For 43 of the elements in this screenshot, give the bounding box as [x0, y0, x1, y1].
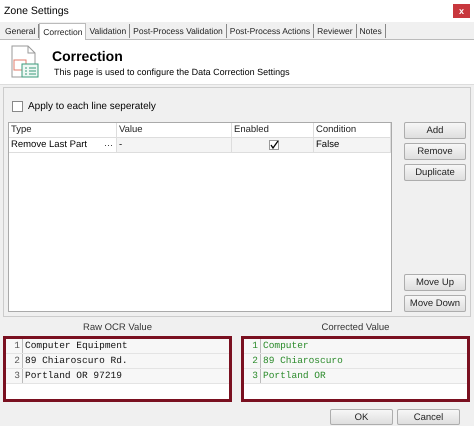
button[interactable]: Move Up [404, 274, 466, 291]
table-cell: False [314, 138, 391, 152]
table-cell: Remove Last Part [11, 138, 88, 152]
code-line: 89 Chiaroscuro [262, 354, 343, 368]
close-button[interactable]: x [453, 4, 470, 18]
tab[interactable]: Reviewer [314, 24, 357, 38]
line-number: 2 [244, 354, 261, 368]
ellipsis-button[interactable]: ··· [104, 138, 113, 152]
checkmark-icon[interactable] [268, 140, 278, 150]
tab[interactable]: Post-Process Validation [130, 24, 227, 38]
code-line: Portland OR 97219 [24, 369, 122, 383]
column-header: Condition [314, 123, 391, 137]
pane-label: Raw OCR Value [83, 321, 152, 334]
window-title: Zone Settings [4, 5, 69, 17]
column-header: Enabled [232, 123, 314, 137]
checkbox-label: Apply to each line seperately [28, 100, 156, 112]
tab[interactable]: Validation [86, 24, 130, 38]
button[interactable]: Remove [404, 143, 466, 160]
button[interactable]: Move Down [404, 295, 466, 312]
line-number: 1 [6, 339, 23, 353]
button[interactable]: Duplicate [404, 164, 466, 181]
column-header: Value [117, 123, 232, 137]
tab[interactable]: Correction [39, 23, 86, 40]
code-line: Computer [262, 339, 309, 353]
tab[interactable]: Notes [356, 24, 386, 38]
page-title: Correction [52, 48, 124, 64]
button[interactable]: OK [330, 409, 393, 425]
line-number: 3 [6, 369, 23, 383]
code-line: Portland OR [262, 369, 326, 383]
button[interactable]: Cancel [397, 409, 460, 425]
code-line: 89 Chiaroscuro Rd. [24, 354, 128, 368]
checkbox[interactable] [12, 100, 23, 112]
pane-label: Corrected Value [322, 321, 390, 334]
column-header: Type [9, 123, 117, 137]
line-number: 1 [244, 339, 261, 353]
line-number: 2 [6, 354, 23, 368]
button[interactable]: Add [404, 122, 466, 139]
code-line: Computer Equipment [24, 339, 128, 353]
table-cell: - [117, 138, 232, 152]
page-description: This page is used to configure the Data Correction Settings [54, 66, 290, 76]
tab[interactable]: Post-Process Actions [226, 24, 314, 38]
document-icon [10, 45, 40, 79]
line-number: 3 [244, 369, 261, 383]
